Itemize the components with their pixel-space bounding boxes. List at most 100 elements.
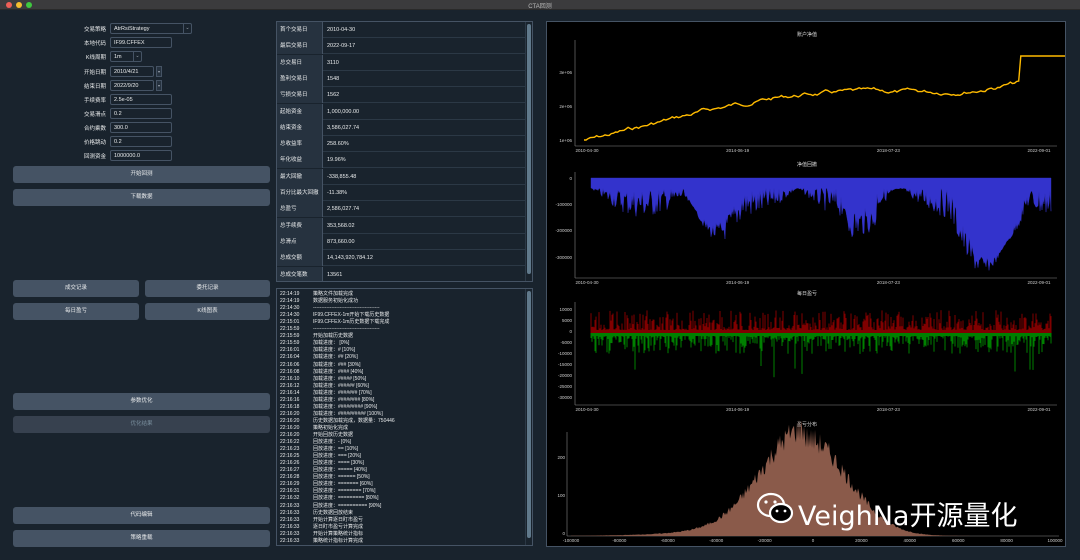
contract-size-input[interactable]: 300.0 [110, 122, 172, 133]
capital-input[interactable]: 1000000.0 [110, 150, 172, 161]
x-tick-label: 2010-04-30 [575, 407, 599, 412]
optimize-result-button[interactable]: 优化结果 [13, 416, 270, 433]
interval-select[interactable]: 1m ⌄ [110, 51, 142, 62]
statistics-value: 19.96% [327, 157, 346, 164]
statistics-value: 2022-09-17 [327, 43, 356, 50]
statistics-key: 总手续费 [277, 217, 323, 234]
contract-size-label: 合约乘数 [83, 126, 106, 132]
symbol-label: 本地代码 [83, 41, 106, 47]
y-tick-label: 1e+06 [559, 138, 572, 143]
start-date-input[interactable]: 2010/4/21 [110, 66, 154, 77]
statistics-row[interactable]: 首个交易日 2010-04-30 [277, 22, 525, 38]
statistics-row[interactable]: 亏损交易日 1562 [277, 87, 525, 104]
statistics-row[interactable]: 总收益率 258.60% [277, 136, 525, 153]
statistics-row[interactable]: 总手续费 353,568.02 [277, 217, 525, 234]
x-tick-label: 2022-09-01 [1027, 407, 1051, 412]
interval-select-value: 1m [114, 54, 122, 60]
log-line: 22:16:06 加载进度：### [30%] [280, 362, 361, 369]
statistics-row[interactable]: 起始资金 1,000,000.00 [277, 103, 525, 120]
daily-pnl-chart[interactable]: 每日盈亏 10000 5000 0 -5000 -10000 -15000 -20000 -2… [558, 290, 1057, 412]
log-timestamp: 22:16:28 [280, 474, 300, 481]
log-scrollbar-thumb[interactable] [527, 291, 531, 538]
y-tick-label: -5000 [560, 340, 572, 345]
charts-canvas[interactable]: 账户净值 1e+06 2e+06 3e+06 2010-04-30 2014-06-1… [547, 22, 1067, 546]
log-line: 22:16:33 开始计算逐日盯市盈亏 [280, 517, 363, 524]
log-timestamp: 22:16:10 [280, 375, 300, 382]
strategy-select[interactable]: AtrRsiStrategy ⌄ [110, 23, 192, 34]
chart-panel[interactable]: 账户净值 1e+06 2e+06 3e+06 2010-04-30 2014-06-1… [546, 21, 1067, 547]
edit-code-button[interactable]: 代码编辑 [13, 507, 270, 524]
balance-chart[interactable]: 账户净值 1e+06 2e+06 3e+06 2010-04-30 2014-06-1… [559, 31, 1067, 153]
statistics-scrollbar-thumb[interactable] [527, 24, 531, 274]
y-tick-label: 0 [569, 329, 572, 334]
x-tick-label: -80000 [612, 538, 627, 543]
slippage-input[interactable]: 0.2 [110, 108, 172, 119]
watermark: VeighNa开源量化 [756, 492, 1056, 532]
log-message: 数据服务初始化成功 [313, 298, 359, 305]
log-message: ---------------------------------------- [313, 305, 380, 312]
statistics-table[interactable]: 首个交易日 2010-04-30 最后交易日 2022-09-17 总交易日 3110 盈利… [276, 21, 533, 282]
statistics-row[interactable]: 总滑点 873,660.00 [277, 233, 525, 250]
statistics-key: 首个交易日 [277, 22, 323, 38]
drawdown-chart[interactable]: 净值回撤 0-100000-200000-300000 2010-04-30 20… [555, 161, 1057, 285]
start-date-calendar-button[interactable]: ▾ [156, 66, 162, 77]
trade-records-button[interactable]: 成交记录 [13, 280, 139, 297]
log-message: 开始回放历史数据 [313, 432, 354, 438]
download-data-button[interactable]: 下载数据 [13, 189, 270, 206]
log-timestamp: 22:16:18 [280, 403, 300, 410]
log-line: 22:15:01 IF99.CFFEX-1m历史数据下载完成 [280, 319, 389, 326]
log-timestamp: 22:15:59 [280, 333, 300, 340]
log-line: 22:16:33 回放进度：========== [90%] [280, 503, 381, 510]
y-tick-label: -100000 [555, 202, 572, 207]
log-line: 22:14:19 策略文件加载完成 [280, 291, 353, 298]
end-date-calendar-button[interactable]: ▾ [156, 80, 162, 91]
symbol-input[interactable]: IF99.CFFEX [110, 37, 172, 48]
log-message: 加载进度：######## [80%] [313, 396, 375, 403]
log-line: 22:16:12 加载进度：###### [60%] [280, 383, 369, 390]
log-timestamp: 22:16:33 [280, 509, 300, 516]
drawdown-chart-title: 净值回撤 [797, 161, 817, 168]
statistics-value: 14,143,920,784.12 [327, 255, 373, 262]
log-timestamp: 22:16:20 [280, 432, 300, 438]
order-records-button[interactable]: 委托记录 [145, 280, 270, 297]
start-backtest-button[interactable]: 开始回测 [13, 166, 270, 183]
x-tick-label: -20000 [758, 538, 773, 543]
reload-strategy-button[interactable]: 策略重载 [13, 530, 270, 547]
price-tick-input[interactable]: 0.2 [110, 136, 172, 147]
statistics-row[interactable]: 年化收益 19.96% [277, 152, 525, 169]
end-date-input[interactable]: 2022/9/20 [110, 80, 154, 91]
log-line: 22:16:08 加载进度：#### [40%] [280, 369, 363, 376]
log-scrollbar[interactable] [525, 289, 532, 545]
daily-pnl-button[interactable]: 每日盈亏 [13, 303, 139, 320]
x-tick-label: 2010-04-30 [575, 280, 599, 285]
log-timestamp: 22:16:23 [280, 446, 300, 453]
statistics-row[interactable]: 最大回撤 -338,855.48 [277, 168, 525, 185]
y-tick-label: 200 [557, 455, 565, 460]
log-timestamp: 22:16:33 [280, 523, 300, 530]
log-message: 开始计算逐日盯市盈亏 [313, 516, 364, 523]
y-tick-label: 100 [557, 493, 565, 498]
log-timestamp: 22:15:59 [280, 340, 300, 347]
log-message: 加载进度：###### [60%] [313, 382, 369, 389]
log-timestamp: 22:16:29 [280, 481, 300, 488]
log-timestamp: 22:16:33 [280, 502, 300, 509]
statistics-row[interactable]: 结束资金 3,586,027.74 [277, 119, 525, 136]
statistics-scrollbar[interactable] [525, 22, 532, 281]
fee-rate-input[interactable]: 2.5e-05 [110, 94, 172, 105]
statistics-row[interactable]: 盈利交易日 1548 [277, 70, 525, 87]
statistics-row[interactable]: 总盈亏 2,586,027.74 [277, 201, 525, 218]
end-date-label: 结束日期 [83, 84, 106, 90]
statistics-row[interactable]: 总成交额 14,143,920,784.12 [277, 250, 525, 267]
log-panel[interactable]: 22:14:19 策略文件加载完成 22:14:19 数据服务初始化成功 22:14:3… [276, 288, 533, 546]
y-tick-label: -20000 [558, 373, 573, 378]
statistics-row[interactable]: 总交易日 3110 [277, 54, 525, 71]
candle-chart-button[interactable]: K线图表 [145, 303, 270, 320]
statistics-row[interactable]: 百分比最大回撤 -11.38% [277, 185, 525, 201]
statistics-row[interactable]: 最后交易日 2022-09-17 [277, 38, 525, 55]
log-line: 22:16:33 策略统计指标计算完成 [280, 538, 363, 545]
statistics-row[interactable]: 总成交笔数 13561 [277, 266, 525, 281]
log-timestamp: 22:14:30 [280, 305, 300, 312]
statistics-key: 最后交易日 [277, 38, 323, 55]
optimize-button[interactable]: 参数优化 [13, 393, 270, 410]
y-tick-label: -300000 [555, 255, 572, 260]
